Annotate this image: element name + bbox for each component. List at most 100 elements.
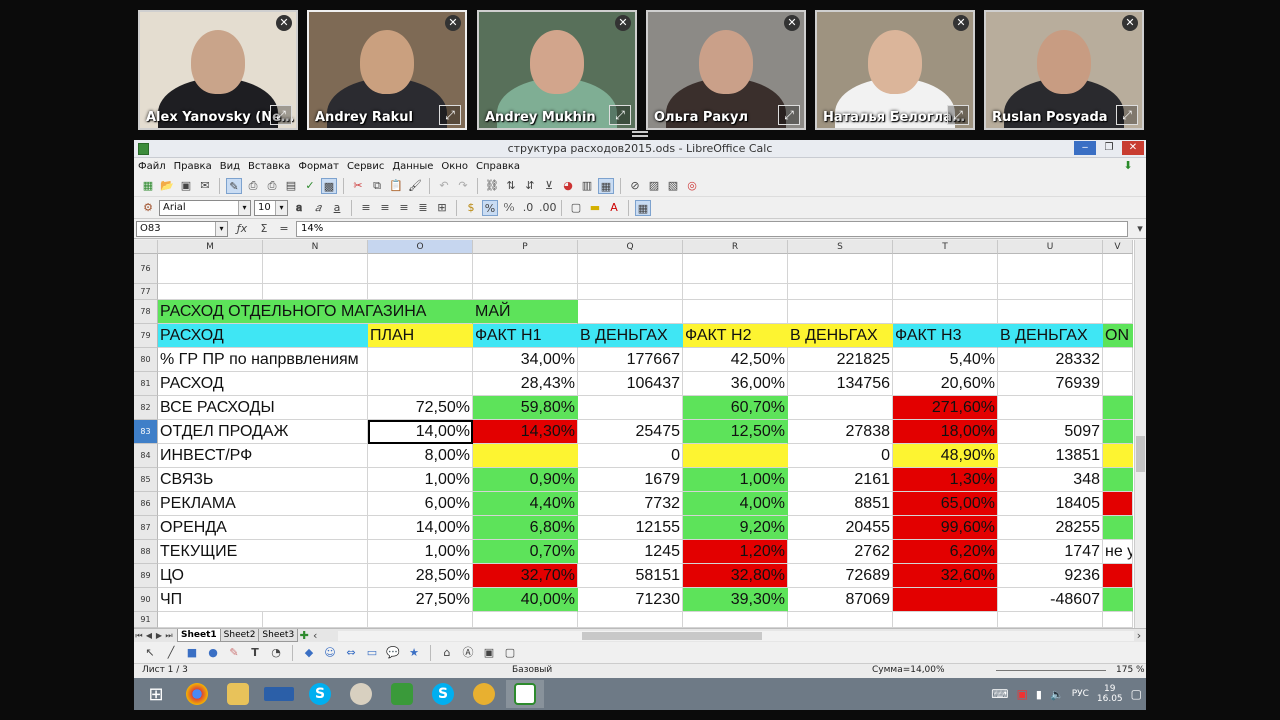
- cell[interactable]: 6,80%: [473, 516, 578, 540]
- empty-cell[interactable]: [788, 284, 893, 300]
- row-header[interactable]: 85: [134, 468, 158, 492]
- name-box[interactable]: O83 ▾: [136, 220, 228, 237]
- cell[interactable]: В ДЕНЬГАХ: [578, 324, 683, 348]
- cell[interactable]: 20,60%: [893, 372, 998, 396]
- cell[interactable]: ОN: [1103, 324, 1133, 348]
- cell[interactable]: 221825: [788, 348, 893, 372]
- cell[interactable]: 1,00%: [368, 540, 473, 564]
- align-left-icon[interactable]: ≡: [358, 200, 374, 216]
- column-header[interactable]: P: [473, 240, 578, 254]
- cell[interactable]: 27,50%: [368, 588, 473, 612]
- expand-formula-icon[interactable]: ▾: [1134, 221, 1146, 237]
- empty-cell[interactable]: [473, 284, 578, 300]
- cell[interactable]: 14,00%: [368, 420, 473, 444]
- background-color-icon[interactable]: ▬: [587, 200, 603, 216]
- empty-cell[interactable]: [893, 254, 998, 284]
- sort-descending-icon[interactable]: ⇵: [522, 178, 538, 194]
- cell[interactable]: 20455: [788, 516, 893, 540]
- borders-icon[interactable]: ▢: [568, 200, 584, 216]
- cell[interactable]: [1103, 516, 1133, 540]
- italic-icon[interactable]: 𝑎: [310, 200, 326, 216]
- menu-item[interactable]: Справка: [476, 161, 520, 172]
- row-header[interactable]: 80: [134, 348, 158, 372]
- cell[interactable]: 6,20%: [893, 540, 998, 564]
- justify-icon[interactable]: ≣: [415, 200, 431, 216]
- cell[interactable]: 27838: [788, 420, 893, 444]
- expand-icon[interactable]: ⤢: [1116, 105, 1138, 125]
- cell[interactable]: 25475: [578, 420, 683, 444]
- empty-cell[interactable]: [1103, 300, 1133, 324]
- empty-cell[interactable]: [788, 300, 893, 324]
- empty-cell[interactable]: [473, 254, 578, 284]
- expand-icon[interactable]: ⤢: [439, 105, 461, 125]
- menu-item[interactable]: Файл: [138, 161, 166, 172]
- new-document-icon[interactable]: ▦: [140, 178, 156, 194]
- cell[interactable]: ВСЕ РАСХОДЫ: [158, 396, 368, 420]
- participant-video-tile[interactable]: Alex Yanovsky (Ne… ✕ ⤢: [138, 10, 298, 130]
- cell[interactable]: 28,43%: [473, 372, 578, 396]
- sum-icon[interactable]: Σ: [256, 221, 272, 237]
- expand-icon[interactable]: ⤢: [778, 105, 800, 125]
- cell[interactable]: В ДЕНЬГАХ: [998, 324, 1103, 348]
- empty-cell[interactable]: [578, 612, 683, 628]
- menu-item[interactable]: Вид: [220, 161, 240, 172]
- empty-cell[interactable]: [893, 300, 998, 324]
- open-icon[interactable]: 📂: [159, 178, 175, 194]
- empty-cell[interactable]: [1103, 372, 1133, 396]
- edit-mode-icon[interactable]: ✎: [226, 177, 242, 194]
- sheet-tab[interactable]: Sheet3: [258, 629, 299, 642]
- autospell-icon[interactable]: ▩: [321, 177, 337, 194]
- pivot-icon[interactable]: ▥: [579, 178, 595, 194]
- cell[interactable]: 72689: [788, 564, 893, 588]
- select-icon[interactable]: ↖: [142, 645, 158, 661]
- taskbar-lenovo[interactable]: [260, 680, 298, 708]
- redo-icon[interactable]: ↷: [455, 178, 471, 194]
- scroll-thumb[interactable]: [1136, 436, 1145, 472]
- row-header[interactable]: 89: [134, 564, 158, 588]
- expand-icon[interactable]: ⤢: [947, 105, 969, 125]
- clock[interactable]: 19 16.05: [1097, 684, 1123, 704]
- column-header[interactable]: T: [893, 240, 998, 254]
- cell[interactable]: 58151: [578, 564, 683, 588]
- empty-cell[interactable]: [158, 284, 263, 300]
- empty-cell[interactable]: [263, 612, 368, 628]
- help-icon[interactable]: ◎: [684, 178, 700, 194]
- cell[interactable]: 177667: [578, 348, 683, 372]
- empty-cell[interactable]: [683, 300, 788, 324]
- cell[interactable]: [1103, 444, 1133, 468]
- menu-item[interactable]: Окно: [441, 161, 468, 172]
- empty-cell[interactable]: [683, 254, 788, 284]
- empty-cell[interactable]: [158, 254, 263, 284]
- empty-cell[interactable]: [998, 396, 1103, 420]
- basic-shapes-icon[interactable]: ◆: [301, 645, 317, 661]
- formula-input[interactable]: 14%: [296, 220, 1128, 237]
- function-icon[interactable]: =: [276, 221, 292, 237]
- empty-cell[interactable]: [683, 284, 788, 300]
- cell[interactable]: 48,90%: [893, 444, 998, 468]
- cell[interactable]: 12,50%: [683, 420, 788, 444]
- ellipse-icon[interactable]: ●: [205, 645, 221, 661]
- empty-cell[interactable]: [998, 612, 1103, 628]
- cell[interactable]: 5,40%: [893, 348, 998, 372]
- empty-cell[interactable]: [1103, 348, 1133, 372]
- taskbar-skype-2[interactable]: S: [424, 680, 462, 708]
- cell[interactable]: 348: [998, 468, 1103, 492]
- empty-cell[interactable]: [263, 254, 368, 284]
- merge-cells-icon[interactable]: ⊞: [434, 200, 450, 216]
- cell[interactable]: 106437: [578, 372, 683, 396]
- close-icon[interactable]: ✕: [445, 15, 461, 31]
- close-icon[interactable]: ✕: [276, 15, 292, 31]
- row-header[interactable]: 77: [134, 284, 158, 300]
- cell[interactable]: 28332: [998, 348, 1103, 372]
- volume-icon[interactable]: 🔈: [1050, 688, 1064, 701]
- stars-icon[interactable]: ★: [406, 645, 422, 661]
- select-all-corner[interactable]: [134, 240, 158, 254]
- spreadsheet-grid[interactable]: M N O P Q R S T U V 76 77 78 РАСХОД ОТДЕЛЬНОГО МАГАЗИ…: [134, 240, 1146, 628]
- chevron-down-icon[interactable]: ▾: [215, 221, 227, 236]
- cell[interactable]: [1103, 492, 1133, 516]
- paste-icon[interactable]: 📋: [388, 178, 404, 194]
- column-header[interactable]: V: [1103, 240, 1133, 254]
- cell[interactable]: 7732: [578, 492, 683, 516]
- copy-icon[interactable]: ⧉: [369, 178, 385, 194]
- row-header[interactable]: 78: [134, 300, 158, 324]
